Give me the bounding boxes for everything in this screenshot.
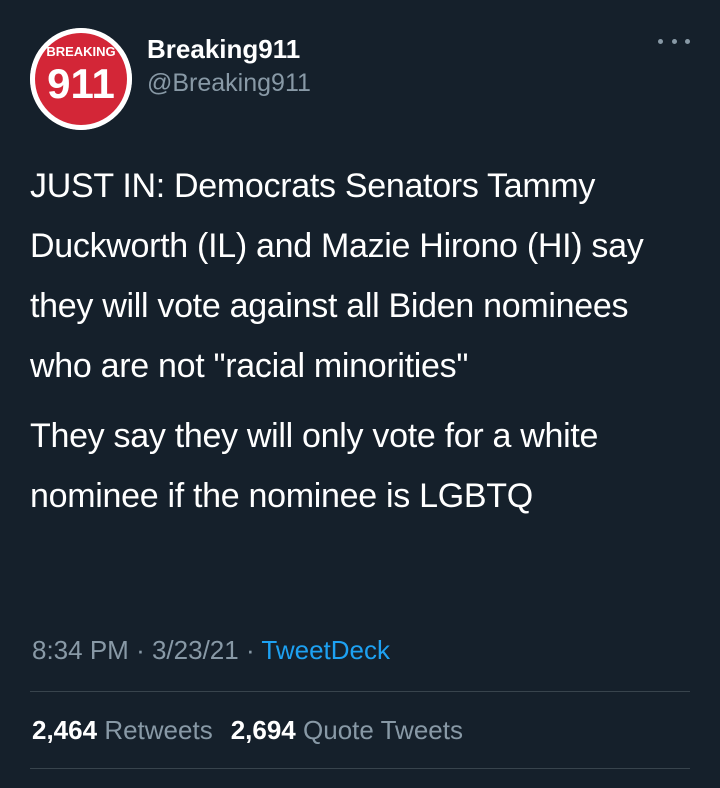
quote-tweets-count: 2,694 [230, 715, 296, 745]
more-options-icon[interactable] [658, 34, 690, 48]
tweet-source-link[interactable]: TweetDeck [261, 635, 390, 665]
tweet-time[interactable]: 8:34 PM [32, 635, 129, 665]
tweet-stats: 2,464 Retweets 2,694 Quote Tweets [32, 713, 463, 747]
author-names: Breaking911 @Breaking911 [147, 32, 311, 100]
tweet-header: BREAKING 911 Breaking911 @Breaking911 [30, 28, 690, 130]
tweet-meta: 8:34 PM · 3/23/21 · TweetDeck [32, 633, 390, 667]
quote-tweets-label: Quote Tweets [303, 715, 463, 745]
tweet-card: BREAKING 911 Breaking911 @Breaking911 JU… [0, 0, 720, 788]
tweet-paragraph-1: JUST IN: Democrats Senators Tammy Duckwo… [30, 167, 644, 385]
display-name[interactable]: Breaking911 [147, 32, 311, 66]
retweets-stat[interactable]: 2,464 Retweets [32, 715, 213, 745]
breaking911-logo-icon: BREAKING 911 [30, 28, 132, 130]
quote-tweets-stat[interactable]: 2,694 Quote Tweets [231, 715, 463, 745]
meta-separator: · [245, 635, 255, 665]
tweet-paragraph-2: They say they will only vote for a white… [30, 417, 599, 515]
avatar-text-top: BREAKING [46, 44, 115, 59]
user-handle[interactable]: @Breaking911 [147, 66, 311, 100]
avatar-text-main: 911 [47, 60, 115, 107]
tweet-date[interactable]: 3/23/21 [152, 635, 239, 665]
more-dot [671, 38, 677, 44]
retweets-label: Retweets [104, 715, 213, 745]
tweet-text: JUST IN: Democrats Senators Tammy Duckwo… [30, 156, 695, 526]
more-dot [685, 38, 690, 44]
retweets-count: 2,464 [32, 715, 98, 745]
divider [30, 768, 690, 769]
divider [30, 691, 690, 692]
avatar[interactable]: BREAKING 911 [30, 28, 132, 130]
meta-separator: · [136, 635, 145, 665]
more-dot [658, 38, 663, 44]
